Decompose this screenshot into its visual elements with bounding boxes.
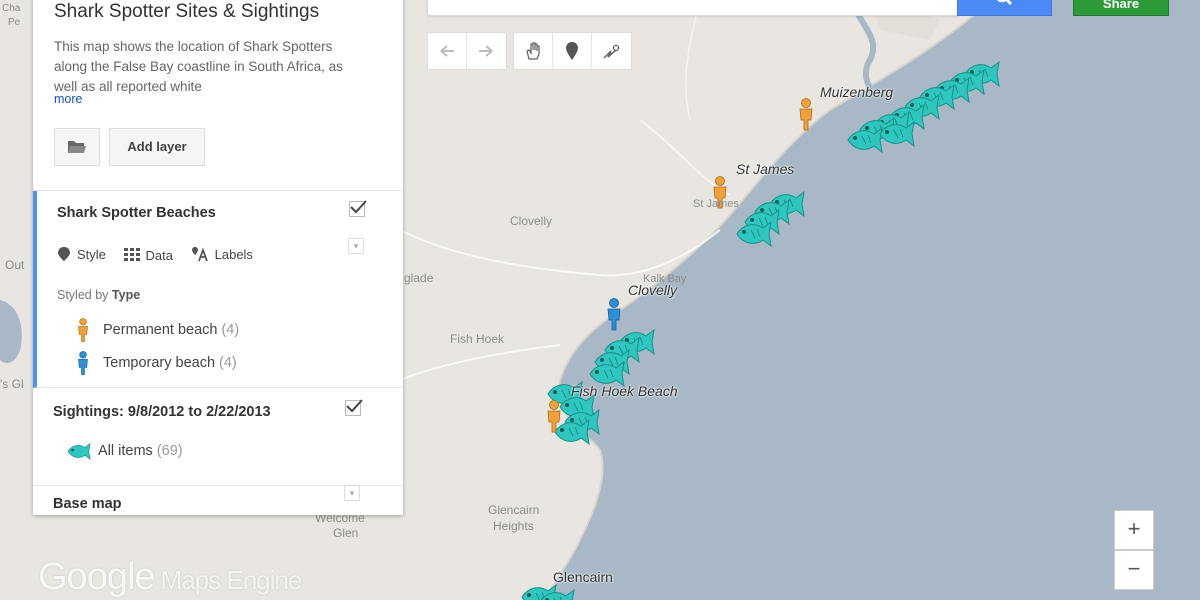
- checkmark-icon: [346, 399, 363, 413]
- label-clovelly-inland: Clovelly: [510, 214, 553, 228]
- label-muizenberg: Muizenberg: [820, 84, 894, 100]
- layer-shark-spotter-beaches[interactable]: Shark Spotter Beaches Style Data Labels …: [33, 191, 403, 388]
- map-description: This map shows the location of Shark Spo…: [54, 39, 343, 94]
- draw-line-button[interactable]: [592, 33, 630, 69]
- legend-label: Permanent beach: [103, 322, 218, 338]
- layer-visibility-checkbox[interactable]: [349, 200, 367, 217]
- legend-label: Temporary beach: [103, 355, 216, 371]
- data-tool[interactable]: Data: [123, 247, 173, 263]
- style-icon: [58, 247, 70, 261]
- legend-count: (4): [219, 355, 237, 371]
- label-st-james-faded: St James: [693, 198, 739, 210]
- legend-temporary-beach[interactable]: Temporary beach (4): [77, 351, 237, 375]
- data-label: Data: [145, 247, 173, 263]
- labels-label: Labels: [214, 246, 253, 262]
- label-edge-cha: Cha: [2, 3, 21, 14]
- label-glencairn: Glencairn: [553, 569, 613, 585]
- layer-tools: Style Data Labels: [57, 246, 267, 265]
- layer-title: Base map: [53, 496, 122, 512]
- draw-line-icon: [603, 44, 620, 59]
- add-marker-button[interactable]: [553, 33, 592, 69]
- undo-icon: [440, 45, 454, 57]
- label-edge-s-gl: 's Gl: [0, 377, 24, 391]
- folder-icon: [68, 141, 86, 153]
- share-button[interactable]: Share: [1073, 0, 1169, 16]
- style-tool[interactable]: Style: [57, 246, 106, 262]
- labels-tool[interactable]: Labels: [191, 246, 253, 262]
- legend-label: All items: [98, 443, 153, 459]
- open-folder-button[interactable]: [54, 128, 100, 166]
- styled-by: Styled by Type: [57, 288, 141, 302]
- pan-tool-button[interactable]: [514, 33, 553, 69]
- data-table-icon: [123, 248, 140, 261]
- search-button[interactable]: [957, 0, 1052, 16]
- labels-icon: [191, 247, 208, 262]
- legend-all-items[interactable]: All items (69): [68, 441, 183, 461]
- zoom-out-button[interactable]: −: [1114, 550, 1154, 590]
- layer-base-map[interactable]: Base map ▾: [33, 485, 403, 515]
- layer-options-dropdown[interactable]: ▾: [348, 238, 364, 254]
- more-link[interactable]: more: [54, 92, 82, 106]
- label-glencairn-heights-1: Glencairn: [488, 503, 540, 517]
- base-map-dropdown[interactable]: ▾: [344, 485, 360, 501]
- layers-panel: Shark Spotter Sites & Sightings This map…: [33, 0, 403, 515]
- label-glencairn-heights-2: Heights: [493, 519, 534, 533]
- label-fish-hoek-beach: Fish Hoek Beach: [571, 383, 678, 399]
- legend-permanent-beach[interactable]: Permanent beach (4): [77, 318, 239, 342]
- redo-button[interactable]: [467, 33, 505, 69]
- add-layer-button[interactable]: Add layer: [109, 128, 205, 166]
- redo-icon: [479, 45, 493, 57]
- hand-icon: [526, 42, 540, 60]
- panel-header: Shark Spotter Sites & Sightings This map…: [33, 0, 403, 191]
- undo-button[interactable]: [428, 33, 467, 69]
- map-tools-group: [513, 32, 632, 70]
- zoom-in-button[interactable]: +: [1114, 510, 1154, 550]
- search-input[interactable]: [427, 0, 959, 16]
- google-maps-engine-logo: Google Maps Engine: [38, 556, 302, 598]
- label-glade: glade: [404, 271, 434, 285]
- undo-redo-group: [427, 32, 507, 70]
- layer-title: Sightings: 9/8/2012 to 2/22/2013: [53, 404, 271, 420]
- legend-count: (4): [221, 322, 240, 338]
- fish-icon: [68, 442, 91, 460]
- layer-sightings[interactable]: Sightings: 9/8/2012 to 2/22/2013 All ite…: [33, 388, 403, 486]
- style-label: Style: [77, 246, 106, 262]
- label-welcome-glen-2: Glen: [333, 526, 359, 540]
- label-edge-pe: Pe: [8, 17, 21, 28]
- map-title: Shark Spotter Sites & Sightings: [54, 1, 320, 22]
- marker-icon: [566, 42, 578, 60]
- label-edge-out: Out: [5, 258, 25, 272]
- blue-person-icon: [78, 351, 88, 375]
- label-st-james: St James: [736, 161, 795, 177]
- layer-visibility-checkbox[interactable]: [345, 399, 363, 416]
- orange-person-icon: [78, 318, 88, 342]
- layer-title: Shark Spotter Beaches: [57, 205, 216, 221]
- label-clovelly: Clovelly: [628, 282, 678, 298]
- search-icon: [996, 0, 1013, 6]
- checkmark-icon: [350, 200, 367, 214]
- label-fish-hoek: Fish Hoek: [450, 332, 505, 346]
- legend-count: (69): [156, 443, 183, 459]
